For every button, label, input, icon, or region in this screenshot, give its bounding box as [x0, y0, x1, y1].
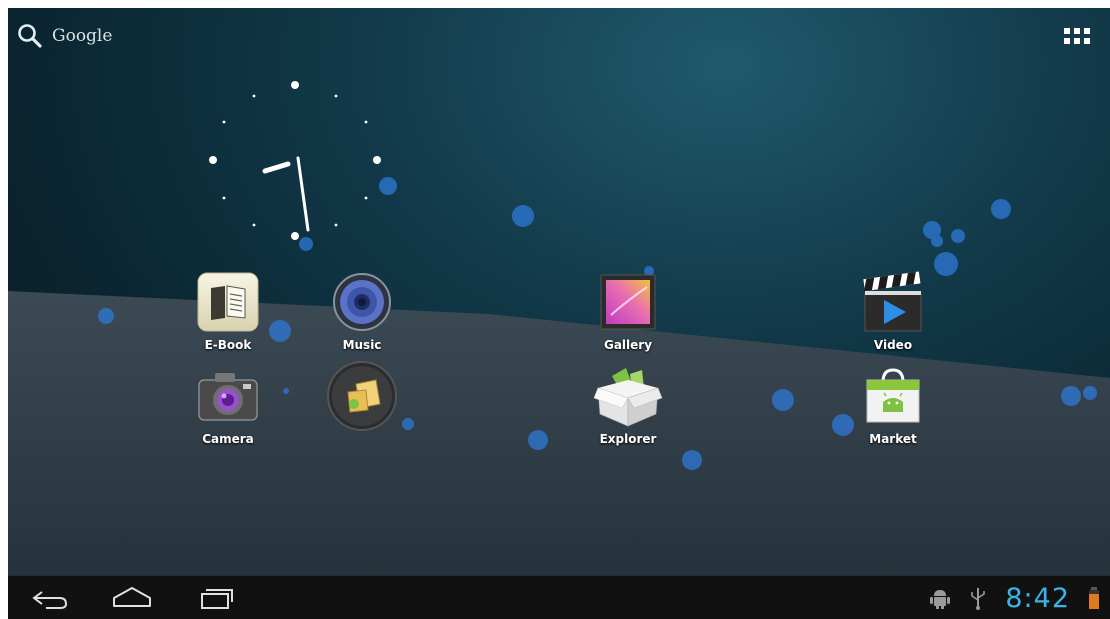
- app-ebook[interactable]: E-Book: [178, 266, 278, 352]
- android-debug-icon: [930, 590, 951, 609]
- app-label: Camera: [202, 432, 254, 446]
- app-package-installer[interactable]: [312, 360, 412, 432]
- home-screen: Google E-Book Music Gallery Video Camera…: [8, 8, 1110, 619]
- gallery-icon: [600, 274, 656, 330]
- back-button[interactable]: [26, 584, 74, 612]
- recent-apps-button[interactable]: [192, 584, 240, 612]
- back-icon: [32, 591, 68, 609]
- apps-grid-icon: [1064, 28, 1090, 44]
- status-clock: 8:42: [1005, 582, 1070, 614]
- battery-icon: [1089, 587, 1099, 609]
- clock-minute-hand: [296, 156, 310, 232]
- analog-clock-widget[interactable]: [204, 80, 386, 262]
- app-video[interactable]: Video: [843, 266, 943, 352]
- google-search-label: Google: [52, 26, 113, 46]
- home-icon: [113, 587, 151, 607]
- top-bar: Google: [8, 8, 1110, 68]
- package-installer-icon: [327, 361, 397, 431]
- home-button[interactable]: [108, 584, 156, 612]
- app-label: Market: [869, 432, 917, 446]
- all-apps-button[interactable]: [1064, 26, 1092, 48]
- app-label: E-Book: [204, 338, 252, 352]
- camera-icon: [198, 373, 258, 421]
- market-bag-icon: [866, 368, 920, 423]
- app-label: Music: [342, 338, 382, 352]
- recent-apps-icon: [201, 589, 233, 609]
- ebook-icon: [197, 272, 259, 332]
- app-label: Gallery: [603, 338, 653, 352]
- video-clapper-icon: [863, 271, 922, 332]
- google-search-button[interactable]: Google: [16, 18, 112, 54]
- explorer-box-icon: [593, 368, 663, 427]
- clock-hour-hand: [262, 161, 291, 174]
- app-label: Video: [873, 338, 913, 352]
- wallpaper-layer: [8, 177, 1110, 578]
- app-market[interactable]: Market: [843, 360, 943, 446]
- app-music[interactable]: Music: [312, 266, 412, 352]
- search-icon: [18, 24, 42, 48]
- music-speaker-icon: [333, 273, 391, 331]
- app-explorer[interactable]: Explorer: [578, 360, 678, 446]
- app-label: Explorer: [599, 432, 657, 446]
- app-gallery[interactable]: Gallery: [578, 266, 678, 352]
- app-camera[interactable]: Camera: [178, 360, 278, 446]
- system-bar: 8:42: [8, 575, 1110, 619]
- status-area[interactable]: 8:42: [929, 576, 1100, 619]
- usb-icon: [971, 588, 986, 610]
